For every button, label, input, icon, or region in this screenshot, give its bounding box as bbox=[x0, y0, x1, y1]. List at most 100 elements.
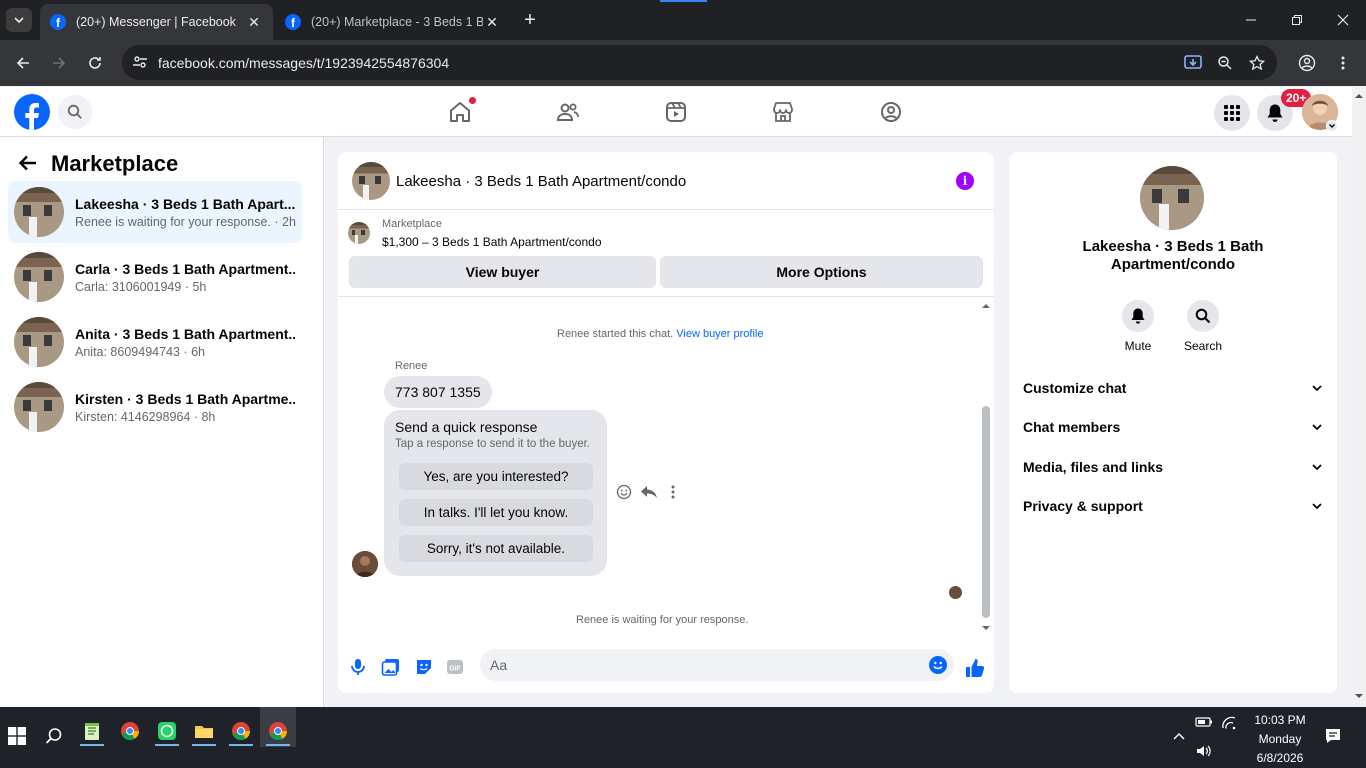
bookmark-star-icon[interactable] bbox=[1246, 52, 1268, 74]
battery-icon[interactable] bbox=[1195, 715, 1215, 735]
quick-response-heading: Send a quick response bbox=[395, 419, 538, 435]
chat-title[interactable]: Lakeesha · 3 Beds 1 Bath Apartment/condo bbox=[396, 173, 686, 190]
wifi-icon[interactable] bbox=[1220, 715, 1240, 735]
tab-messenger[interactable]: f (20+) Messenger | Facebook ✕ bbox=[40, 4, 273, 40]
customize-chat-section[interactable]: Customize chat bbox=[1023, 376, 1323, 400]
forward-icon[interactable] bbox=[48, 52, 70, 74]
message-composer: GIF Aa bbox=[338, 647, 994, 693]
friends-icon[interactable] bbox=[554, 98, 582, 126]
reload-icon[interactable] bbox=[84, 52, 106, 74]
tab-marketplace[interactable]: f (20+) Marketplace - 3 Beds 1 Ba ✕ bbox=[275, 4, 511, 40]
waiting-notice: Renee is waiting for your response. bbox=[576, 614, 749, 626]
emoji-icon[interactable] bbox=[929, 656, 947, 674]
chrome-app-icon[interactable] bbox=[231, 721, 251, 741]
chat-window: Lakeesha · 3 Beds 1 Bath Apartment/condo… bbox=[338, 152, 994, 693]
listing-thumbnail bbox=[14, 187, 64, 237]
taskbar-search-icon[interactable] bbox=[45, 727, 65, 747]
notification-center-icon[interactable] bbox=[1324, 727, 1344, 747]
whatsapp-app-icon[interactable] bbox=[157, 721, 177, 741]
volume-icon[interactable] bbox=[1195, 743, 1215, 763]
back-arrow-icon[interactable] bbox=[18, 153, 38, 173]
quick-response-option[interactable]: In talks. I'll let you know. bbox=[399, 499, 593, 526]
info-icon[interactable]: i bbox=[956, 172, 974, 190]
facebook-header: 20+ bbox=[0, 87, 1352, 137]
gif-icon[interactable]: GIF bbox=[445, 657, 465, 677]
new-tab-button[interactable]: + bbox=[518, 9, 542, 31]
chrome-app-icon[interactable] bbox=[120, 721, 140, 741]
chat-scrollbar-thumb[interactable] bbox=[982, 406, 990, 618]
sticker-icon[interactable] bbox=[414, 657, 434, 677]
search-in-chat-button[interactable]: Search bbox=[1173, 300, 1233, 353]
app-running-indicator bbox=[155, 744, 179, 746]
photo-icon[interactable] bbox=[381, 657, 401, 677]
microphone-icon[interactable] bbox=[348, 657, 368, 677]
chat-thumbnail[interactable] bbox=[352, 162, 390, 200]
marketplace-label: Marketplace bbox=[382, 218, 442, 230]
message-bubble[interactable]: 773 807 1355 bbox=[384, 376, 492, 408]
chat-details-panel: Lakeesha · 3 Beds 1 Bath Apartment/condo… bbox=[1009, 152, 1337, 693]
reply-icon[interactable] bbox=[640, 484, 658, 500]
site-settings-icon[interactable] bbox=[132, 54, 148, 70]
home-notification-dot bbox=[469, 97, 476, 104]
facebook-search-icon[interactable] bbox=[58, 95, 92, 129]
react-emoji-icon[interactable] bbox=[616, 484, 632, 500]
marketplace-icon[interactable] bbox=[769, 98, 797, 126]
view-buyer-profile-link[interactable]: View buyer profile bbox=[676, 328, 763, 340]
sender-avatar[interactable] bbox=[352, 551, 378, 577]
tab-search-dropdown-icon[interactable] bbox=[6, 8, 32, 32]
chat-header: Lakeesha · 3 Beds 1 Bath Apartment/condo… bbox=[338, 152, 994, 210]
gaming-icon[interactable] bbox=[877, 98, 905, 126]
page-scrollbar[interactable] bbox=[1352, 87, 1366, 707]
windows-taskbar: 10:03 PM Monday 6/8/2026 bbox=[0, 707, 1366, 768]
conversation-preview: Renee is waiting for your response. · 2h bbox=[75, 214, 296, 229]
privacy-support-section[interactable]: Privacy & support bbox=[1023, 494, 1323, 518]
chat-scrollbar[interactable] bbox=[979, 298, 993, 636]
listing-price-title[interactable]: $1,300 – 3 Beds 1 Bath Apartment/condo bbox=[382, 235, 602, 249]
minimize-button[interactable] bbox=[1228, 0, 1274, 40]
mute-button[interactable]: Mute bbox=[1108, 300, 1168, 353]
more-actions-icon[interactable] bbox=[671, 484, 675, 500]
address-bar[interactable]: facebook.com/messages/t/1923942554876304 bbox=[122, 45, 1277, 80]
install-app-icon[interactable] bbox=[1182, 52, 1204, 74]
tab-title: (20+) Marketplace - 3 Beds 1 Ba bbox=[311, 15, 483, 29]
browser-toolbar: facebook.com/messages/t/1923942554876304 bbox=[0, 40, 1366, 86]
chrome-app-icon[interactable] bbox=[268, 721, 288, 741]
quick-response-option[interactable]: Yes, are you interested? bbox=[399, 463, 593, 490]
marketplace-chats-panel: Marketplace Lakeesha · 3 Beds 1 Bath Apa… bbox=[0, 137, 324, 707]
search-icon bbox=[1195, 308, 1211, 324]
quick-response-option[interactable]: Sorry, it's not available. bbox=[399, 535, 593, 562]
conversation-item[interactable]: Carla · 3 Beds 1 Bath Apartment... Carla… bbox=[8, 246, 302, 308]
account-chevron-icon[interactable] bbox=[1326, 120, 1338, 132]
back-icon[interactable] bbox=[12, 52, 34, 74]
facebook-logo-icon[interactable] bbox=[14, 94, 50, 130]
app-running-indicator bbox=[266, 744, 290, 746]
chevron-down-icon bbox=[1312, 464, 1322, 471]
bell-icon bbox=[1131, 308, 1145, 324]
restore-button[interactable] bbox=[1274, 0, 1320, 40]
notepad-app-icon[interactable] bbox=[82, 721, 102, 741]
more-options-button[interactable]: More Options bbox=[660, 256, 983, 288]
close-tab-icon[interactable]: ✕ bbox=[245, 14, 263, 31]
close-window-button[interactable] bbox=[1320, 0, 1366, 40]
browser-menu-icon[interactable] bbox=[1332, 52, 1354, 74]
system-clock[interactable]: 10:03 PM Monday 6/8/2026 bbox=[1240, 711, 1320, 768]
profile-icon[interactable] bbox=[1296, 52, 1318, 74]
zoom-icon[interactable] bbox=[1214, 52, 1236, 74]
media-files-links-section[interactable]: Media, files and links bbox=[1023, 455, 1323, 479]
menu-grid-icon[interactable] bbox=[1214, 95, 1250, 131]
message-input[interactable]: Aa bbox=[480, 649, 954, 681]
chat-members-section[interactable]: Chat members bbox=[1023, 415, 1323, 439]
thumbs-up-icon[interactable] bbox=[964, 657, 985, 677]
conversation-item[interactable]: Kirsten · 3 Beds 1 Bath Apartme... Kirst… bbox=[8, 376, 302, 438]
listing-thumbnail bbox=[14, 382, 64, 432]
file-explorer-icon[interactable] bbox=[194, 721, 214, 741]
section-label: Privacy & support bbox=[1023, 498, 1143, 514]
conversation-item[interactable]: Lakeesha · 3 Beds 1 Bath Apart... Renee … bbox=[8, 181, 302, 243]
view-buyer-button[interactable]: View buyer bbox=[349, 256, 656, 288]
chevron-down-icon bbox=[1312, 503, 1322, 510]
conversation-item[interactable]: Anita · 3 Beds 1 Bath Apartment... Anita… bbox=[8, 311, 302, 373]
windows-start-icon[interactable] bbox=[8, 727, 28, 747]
video-icon[interactable] bbox=[662, 98, 690, 126]
show-hidden-icons-chevron-icon[interactable] bbox=[1172, 729, 1192, 749]
close-tab-icon[interactable]: ✕ bbox=[483, 14, 501, 31]
